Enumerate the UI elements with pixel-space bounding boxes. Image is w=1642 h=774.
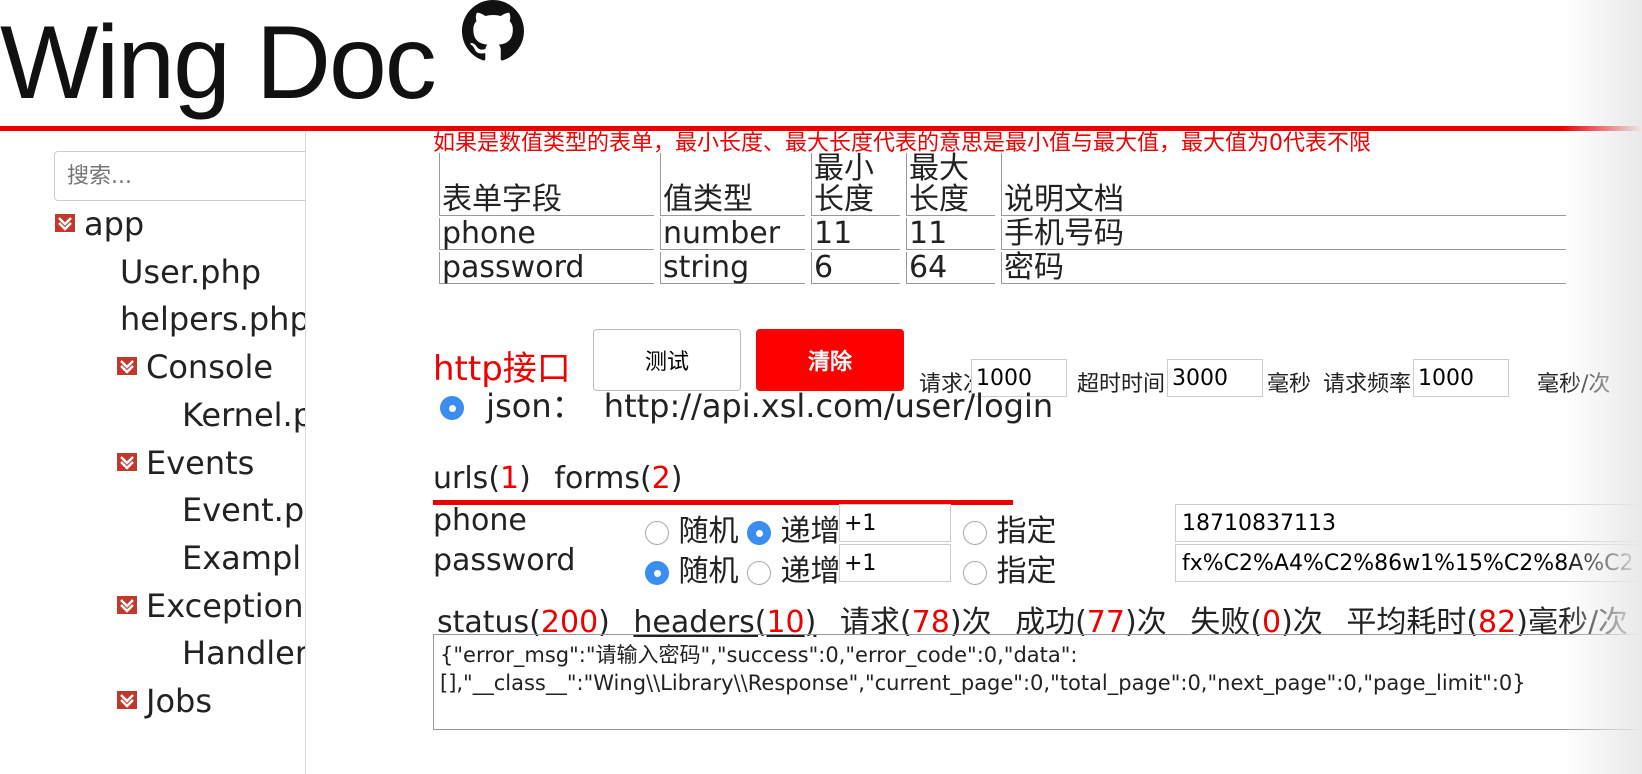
file-item[interactable]: helpers.php: [120, 300, 306, 339]
tree-item-label: Kernel.p: [182, 395, 306, 434]
book-folder-icon: [55, 214, 75, 232]
step-input[interactable]: [839, 504, 951, 542]
value-input[interactable]: [1175, 504, 1642, 542]
tree-item-label: app: [84, 205, 145, 243]
url-text: http://api.xsl.com/user/login: [603, 387, 1054, 425]
table-header: 说明文档: [1001, 153, 1566, 216]
table-cell: 11: [906, 218, 995, 250]
tree-item-label: Exampl: [182, 538, 302, 577]
table-cell: number: [660, 218, 805, 250]
folder-item[interactable]: app: [54, 205, 144, 243]
file-item[interactable]: Kernel.p: [182, 395, 306, 434]
specify-radio[interactable]: [963, 520, 987, 545]
tabs: urls(1) forms(2): [433, 461, 682, 496]
book-folder-icon: [117, 691, 137, 709]
increment-radio[interactable]: [747, 560, 771, 585]
book-folder-icon: [117, 357, 137, 376]
tree-item-label: Handler: [182, 634, 306, 673]
form-name-phone: phone: [433, 503, 527, 538]
book-folder-icon: [117, 452, 137, 471]
json-url-row: json： http://api.xsl.com/user/login: [440, 381, 1053, 427]
increment-radio[interactable]: [747, 520, 771, 545]
table-cell: 11: [811, 218, 900, 250]
table-header: 最大 长度: [906, 153, 995, 216]
table-cell: 6: [811, 252, 900, 284]
tab-forms[interactable]: forms(2): [554, 461, 682, 496]
file-item[interactable]: Event.p: [182, 491, 304, 529]
folder-item[interactable]: Exceptions: [116, 586, 306, 625]
rate-unit-label: 毫秒/次: [1537, 372, 1611, 397]
table-cell: password: [439, 252, 654, 284]
random-radio[interactable]: [645, 560, 669, 585]
tree-item-label: User.php: [120, 252, 262, 291]
table-header: 最小 长度: [811, 153, 900, 216]
timeout-label: 超时时间: [1077, 372, 1166, 397]
json-label: json：: [486, 387, 584, 425]
fields-table: 表单字段 值类型 最小 长度 最大 长度 说明文档 phone number 11 …: [433, 151, 1572, 286]
main-content: 如果是数值类型的表单，最小长度、最大长度代表的意思是最小值与最大值，最大值为0代…: [305, 131, 1642, 774]
tree-item-label: Event.p: [182, 491, 305, 530]
rate-label: 请求频率: [1323, 372, 1412, 397]
specify-option[interactable]: 指定: [963, 546, 1057, 590]
tree-item-label: Exceptions: [146, 586, 306, 625]
timeout-input[interactable]: [1167, 359, 1263, 397]
specify-radio[interactable]: [963, 560, 987, 585]
search-input[interactable]: [54, 151, 305, 201]
table-cell: 64: [906, 252, 995, 284]
file-item[interactable]: User.php: [120, 253, 261, 291]
file-item[interactable]: Exampl: [182, 539, 301, 577]
response-box[interactable]: {"error_msg":"请输入密码","success":0,"error_…: [433, 634, 1642, 730]
ms-label: 毫秒: [1267, 372, 1312, 397]
increment-option[interactable]: 递增: [747, 546, 841, 590]
random-radio[interactable]: [645, 520, 669, 545]
table-cell: phone: [439, 218, 654, 250]
rate-input[interactable]: [1413, 359, 1509, 397]
tree-item-label: Jobs: [146, 682, 212, 720]
table-cell: string: [660, 252, 805, 284]
table-cell: 手机号码: [1001, 218, 1566, 250]
tree-item-label: helpers.php: [120, 300, 306, 339]
tree-item-label: Events: [146, 443, 255, 482]
table-row: password string 6 64 密码: [439, 252, 1566, 284]
form-name-password: password: [433, 543, 576, 578]
random-option[interactable]: 随机: [645, 506, 739, 550]
table-header: 表单字段: [439, 153, 654, 216]
table-header: 值类型: [660, 153, 805, 216]
specify-option[interactable]: 指定: [963, 506, 1057, 550]
table-cell: 密码: [1001, 252, 1566, 284]
json-radio[interactable]: [440, 396, 464, 420]
github-icon[interactable]: [462, 0, 524, 62]
folder-item[interactable]: Events: [116, 444, 254, 482]
book-folder-icon: [117, 595, 137, 614]
tab-urls[interactable]: urls(1): [433, 461, 531, 496]
increment-option[interactable]: 递增: [747, 506, 841, 550]
file-item[interactable]: Handler: [182, 634, 306, 673]
table-row: phone number 11 11 手机号码: [439, 218, 1566, 250]
table-header-row: 表单字段 值类型 最小 长度 最大 长度 说明文档: [439, 153, 1566, 216]
value-input[interactable]: [1175, 544, 1642, 582]
random-option[interactable]: 随机: [645, 546, 739, 590]
sidebar: app User.php helpers.php Console Kernel.p Eve…: [0, 131, 306, 774]
folder-item[interactable]: Jobs: [116, 682, 212, 720]
step-input[interactable]: [839, 544, 951, 582]
tree-item-label: Console: [146, 348, 274, 387]
logo-title: Wing Doc: [0, 5, 437, 121]
folder-item[interactable]: Console: [116, 348, 273, 386]
